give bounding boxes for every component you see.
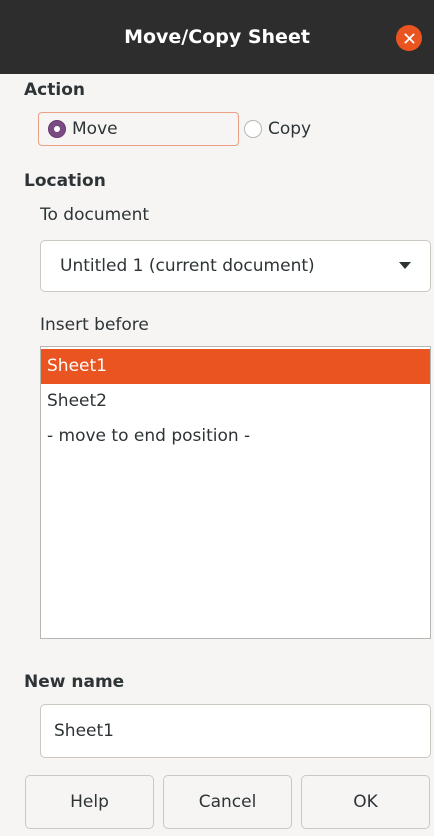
to-document-dropdown[interactable]: Untitled 1 (current document) [40, 240, 431, 292]
radio-selected-icon [48, 120, 66, 138]
dialog-title: Move/Copy Sheet [124, 26, 310, 48]
copy-radio-label: Copy [268, 119, 312, 139]
action-heading: Action [24, 80, 85, 100]
help-button[interactable]: Help [25, 775, 154, 829]
to-document-label: To document [40, 205, 150, 225]
new-name-heading: New name [24, 672, 125, 692]
list-item-sheet2[interactable]: Sheet2 [41, 384, 430, 419]
cancel-button[interactable]: Cancel [163, 775, 292, 829]
location-heading: Location [24, 171, 106, 191]
close-button[interactable] [396, 25, 422, 51]
radio-unselected-icon [244, 120, 262, 138]
chevron-down-icon [399, 262, 411, 269]
move-radio-label: Move [72, 119, 118, 139]
list-item-move-to-end[interactable]: - move to end position - [41, 419, 430, 454]
move-radio[interactable]: Move [38, 112, 239, 146]
insert-before-list[interactable]: Sheet1 Sheet2 - move to end position - [40, 346, 431, 639]
new-name-input[interactable]: Sheet1 [40, 704, 431, 758]
to-document-value: Untitled 1 (current document) [60, 256, 315, 276]
insert-before-label: Insert before [40, 315, 149, 335]
new-name-value: Sheet1 [54, 721, 114, 741]
close-icon [403, 32, 415, 44]
ok-button[interactable]: OK [301, 775, 430, 829]
copy-radio[interactable]: Copy [244, 112, 311, 146]
title-bar: Move/Copy Sheet [0, 0, 434, 74]
list-item-sheet1[interactable]: Sheet1 [41, 349, 430, 384]
